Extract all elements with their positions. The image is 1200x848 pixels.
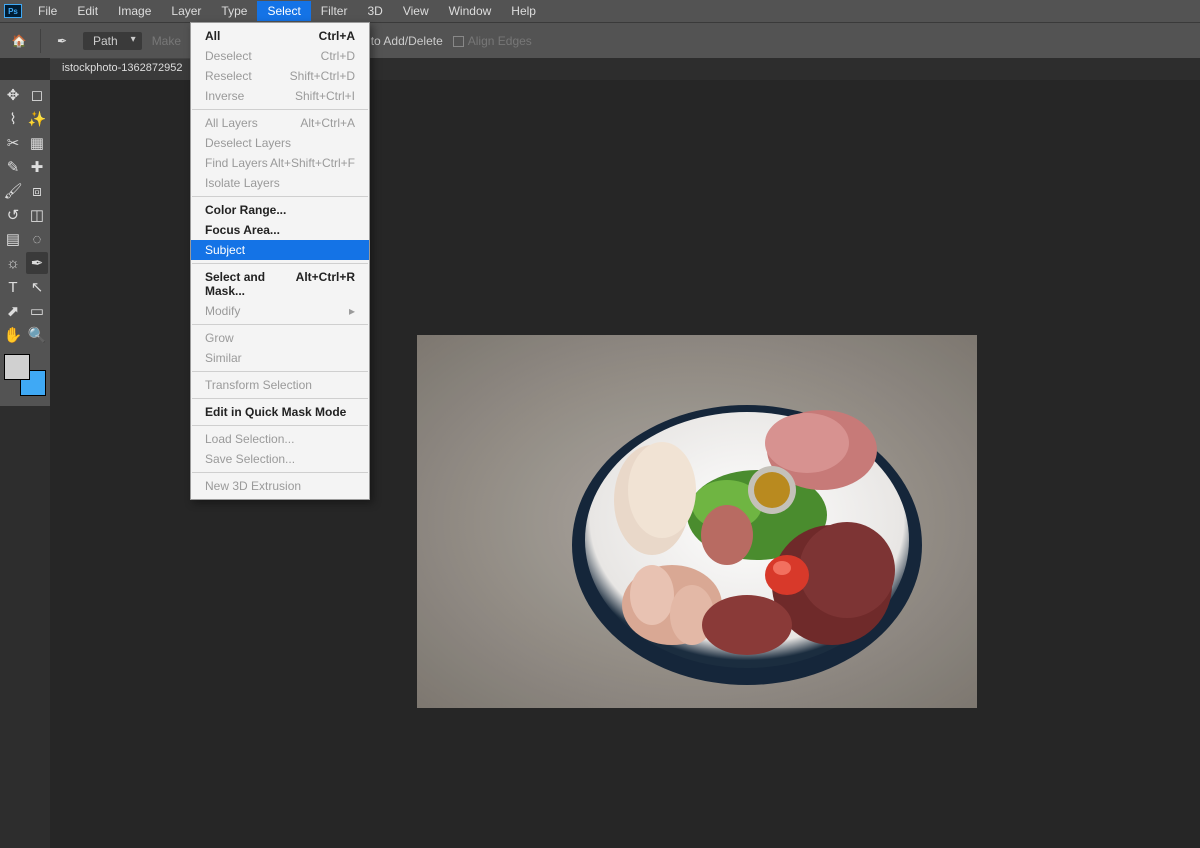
menu-layer[interactable]: Layer: [161, 1, 211, 21]
menu-item-edit-in-quick-mask-mode[interactable]: Edit in Quick Mask Mode: [191, 402, 369, 422]
tool-marquee[interactable]: ◻: [26, 84, 48, 106]
menu-file[interactable]: File: [28, 1, 67, 21]
menu-filter[interactable]: Filter: [311, 1, 358, 21]
menu-item-deselect-layers: Deselect Layers: [191, 133, 369, 153]
menu-item-all-layers: All LayersAlt+Ctrl+A: [191, 113, 369, 133]
tool-direct-select[interactable]: ⬈: [2, 300, 24, 322]
select-menu-dropdown: AllCtrl+ADeselectCtrl+DReselectShift+Ctr…: [190, 22, 370, 500]
tool-mode-dropdown[interactable]: Path: [83, 32, 142, 50]
color-swatches[interactable]: [4, 354, 46, 396]
document-image: [417, 335, 977, 708]
tool-magic-wand[interactable]: ✨: [26, 108, 48, 130]
checkbox-icon[interactable]: [453, 36, 464, 47]
menu-window[interactable]: Window: [439, 1, 502, 21]
menu-separator: [192, 398, 368, 399]
menu-separator: [192, 196, 368, 197]
options-bar: 🏠 ✒ Path Make ▣ ≡ ⧉ ⚙ Auto Add/Delete Al…: [0, 22, 1200, 58]
menu-item-modify: Modify: [191, 301, 369, 321]
foreground-color[interactable]: [4, 354, 30, 380]
align-edges-option[interactable]: Align Edges: [453, 34, 532, 48]
menu-separator: [192, 109, 368, 110]
tool-patch[interactable]: ✚: [26, 156, 48, 178]
menu-item-deselect: DeselectCtrl+D: [191, 46, 369, 66]
tool-blur[interactable]: ◌: [26, 228, 48, 250]
menu-item-subject[interactable]: Subject: [191, 240, 369, 260]
separator: [40, 29, 41, 53]
tool-eyedropper[interactable]: ✎: [2, 156, 24, 178]
tool-history-brush[interactable]: ↺: [2, 204, 24, 226]
menu-item-grow: Grow: [191, 328, 369, 348]
document-canvas[interactable]: [417, 335, 977, 708]
tool-hand[interactable]: ✋: [2, 324, 24, 346]
tool-path-select[interactable]: ↖: [26, 276, 48, 298]
tool-crop[interactable]: ✂: [2, 132, 24, 154]
tool-frame[interactable]: ▦: [26, 132, 48, 154]
menu-item-all[interactable]: AllCtrl+A: [191, 26, 369, 46]
menu-separator: [192, 263, 368, 264]
menu-select[interactable]: Select: [257, 1, 310, 21]
tool-eraser[interactable]: ◫: [26, 204, 48, 226]
menu-edit[interactable]: Edit: [67, 1, 108, 21]
tool-gradient[interactable]: ▤: [2, 228, 24, 250]
app-logo: Ps: [4, 4, 22, 18]
tool-lasso[interactable]: ⌇: [2, 108, 24, 130]
menu-item-find-layers: Find LayersAlt+Shift+Ctrl+F: [191, 153, 369, 173]
tool-brush[interactable]: 🖌: [2, 180, 24, 202]
menu-separator: [192, 371, 368, 372]
menu-separator: [192, 472, 368, 473]
menu-item-inverse: InverseShift+Ctrl+I: [191, 86, 369, 106]
tool-zoom[interactable]: 🔍: [26, 324, 48, 346]
menu-view[interactable]: View: [393, 1, 439, 21]
menu-item-save-selection: Save Selection...: [191, 449, 369, 469]
menu-image[interactable]: Image: [108, 1, 161, 21]
menu-item-color-range[interactable]: Color Range...: [191, 200, 369, 220]
menu-separator: [192, 425, 368, 426]
pen-tool-icon: ✒: [51, 30, 73, 52]
tool-move[interactable]: ✥: [2, 84, 24, 106]
menu-item-select-and-mask[interactable]: Select and Mask...Alt+Ctrl+R: [191, 267, 369, 301]
tool-type[interactable]: T: [2, 276, 24, 298]
home-icon[interactable]: 🏠: [8, 30, 30, 52]
menu-item-focus-area[interactable]: Focus Area...: [191, 220, 369, 240]
tool-dodge[interactable]: ☼: [2, 252, 24, 274]
menu-item-similar: Similar: [191, 348, 369, 368]
tool-panel: ✥◻⌇✨✂▦✎✚🖌⧈↺◫▤◌☼✒T↖⬈▭✋🔍: [0, 80, 50, 406]
menu-item-transform-selection: Transform Selection: [191, 375, 369, 395]
menu-item-isolate-layers: Isolate Layers: [191, 173, 369, 193]
menu-item-load-selection: Load Selection...: [191, 429, 369, 449]
make-button[interactable]: Make: [152, 34, 181, 48]
menu-item-reselect: ReselectShift+Ctrl+D: [191, 66, 369, 86]
document-tabs: istockphoto-1362872952: [50, 58, 195, 80]
tool-pen[interactable]: ✒: [26, 252, 48, 274]
document-tab[interactable]: istockphoto-1362872952: [50, 58, 195, 80]
menu-type[interactable]: Type: [211, 1, 257, 21]
menu-3d[interactable]: 3D: [357, 1, 392, 21]
tool-stamp[interactable]: ⧈: [26, 180, 48, 202]
menu-item-new-3d-extrusion: New 3D Extrusion: [191, 476, 369, 496]
menu-separator: [192, 324, 368, 325]
tool-rectangle[interactable]: ▭: [26, 300, 48, 322]
menubar: Ps FileEditImageLayerTypeSelectFilter3DV…: [0, 0, 1200, 22]
menu-help[interactable]: Help: [501, 1, 546, 21]
